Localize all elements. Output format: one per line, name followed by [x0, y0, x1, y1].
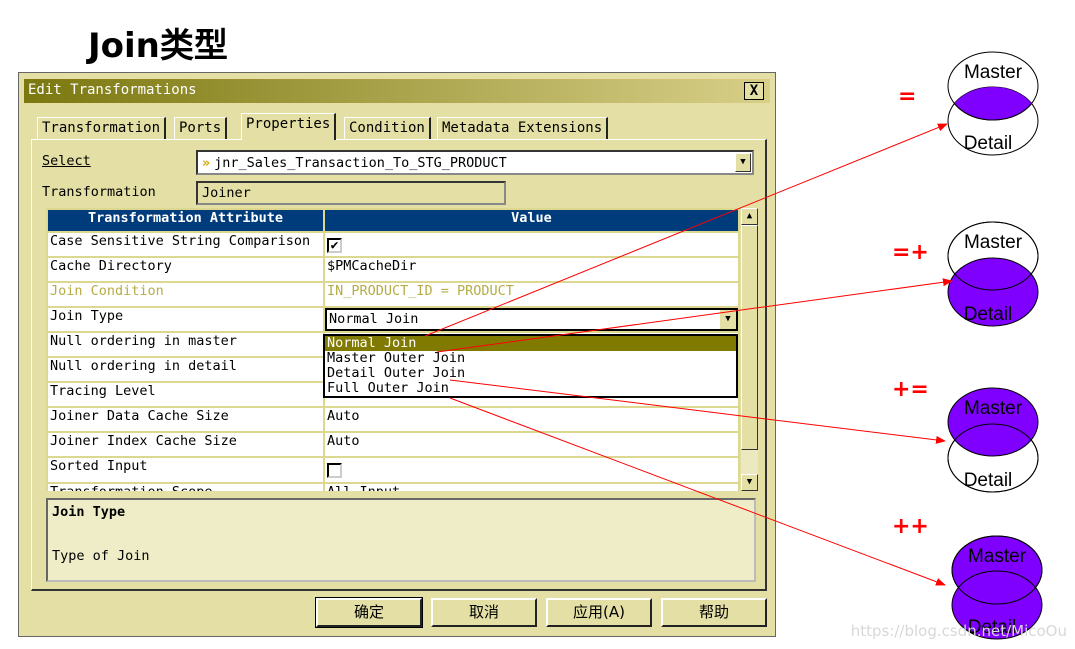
watermark: https://blog.csdn.net/MicoOu	[850, 622, 1067, 640]
join-venn-diagrams: MasterDetailMasterDetailMasterDetailMast…	[424, 51, 1043, 640]
venn-master-outer: Master Detail	[947, 221, 1039, 327]
arrow	[449, 379, 946, 444]
detail-label: Detail	[964, 133, 1013, 154]
master-label: Master	[964, 398, 1023, 419]
master-label: Master	[964, 232, 1023, 253]
arrow	[424, 123, 948, 337]
venn-detail-outer: Master Detail	[947, 387, 1039, 493]
detail-label: Detail	[964, 470, 1013, 491]
master-label: Master	[964, 62, 1023, 83]
arrow	[436, 278, 953, 353]
arrow	[449, 397, 946, 586]
venn-normal: Master Detail	[947, 51, 1039, 156]
detail-label: Detail	[964, 304, 1013, 325]
master-label: Master	[968, 546, 1027, 567]
